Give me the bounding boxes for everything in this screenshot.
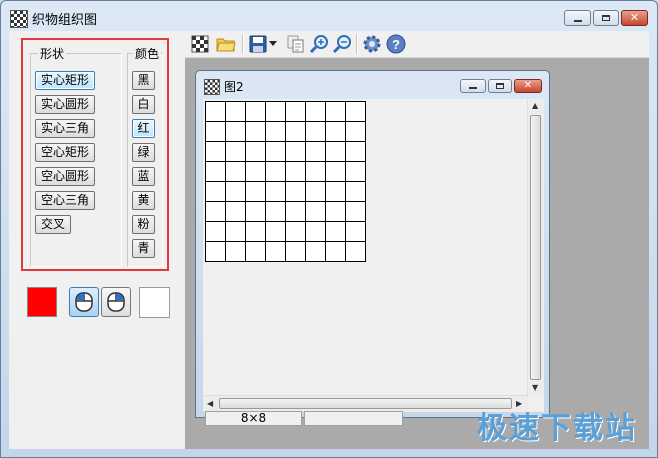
child-window-title: 图2 (224, 80, 244, 94)
color-button[interactable]: 青 (132, 239, 155, 258)
close-button[interactable]: ✕ (621, 10, 648, 26)
dropdown-arrow-icon (269, 41, 277, 46)
child-window[interactable]: 图2 ✕ ▲ ▼ ◀ ▶ 8×8 (195, 70, 550, 426)
weave-grid[interactable] (205, 101, 366, 262)
client-area: 形状 颜色 实心矩形实心圆形实心三角空心矩形空心圆形空心三角交叉 黑白红绿蓝黄粉… (9, 31, 649, 449)
child-minimize-button[interactable] (460, 79, 486, 93)
main-window: 织物组织图 ✕ 形状 颜色 实心矩形实心圆形实心三角空心矩形空心圆形空心三角交叉… (0, 0, 658, 458)
child-close-button[interactable]: ✕ (514, 79, 542, 93)
shape-button[interactable]: 空心矩形 (35, 143, 95, 162)
tool-panel: 形状 颜色 实心矩形实心圆形实心三角空心矩形空心圆形空心三角交叉 黑白红绿蓝黄粉… (21, 38, 169, 271)
shape-button[interactable]: 实心矩形 (35, 71, 95, 90)
toolbar: ? (185, 31, 649, 58)
color-button[interactable]: 蓝 (132, 167, 155, 186)
shape-button[interactable]: 空心三角 (35, 191, 95, 210)
maximize-icon (496, 83, 504, 89)
color-button[interactable]: 黑 (132, 71, 155, 90)
maximize-icon (602, 15, 610, 21)
shape-button[interactable]: 实心圆形 (35, 95, 95, 114)
shape-button[interactable]: 实心三角 (35, 119, 95, 138)
scroll-left-icon[interactable]: ◀ (207, 399, 213, 408)
shape-button[interactable]: 空心圆形 (35, 167, 95, 186)
watermark-text: 极速下载站 (477, 411, 637, 446)
save-dropdown-button[interactable] (268, 33, 278, 55)
save-button[interactable] (247, 33, 269, 55)
fill-mode-button[interactable] (69, 287, 99, 317)
minimize-icon (469, 87, 477, 89)
settings-button[interactable] (361, 33, 383, 55)
save-icon (249, 35, 267, 53)
title-bar[interactable]: 织物组织图 ✕ (1, 1, 657, 31)
horizontal-scroll-thumb[interactable] (219, 398, 512, 409)
child-window-icon (204, 79, 220, 95)
minimize-icon (573, 20, 582, 22)
mouse-left-icon (75, 292, 93, 312)
new-button[interactable] (189, 33, 211, 55)
help-icon: ? (386, 34, 406, 54)
toolbar-separator (242, 34, 244, 54)
close-icon: ✕ (629, 11, 640, 24)
open-button[interactable] (215, 33, 237, 55)
minimize-button[interactable] (564, 10, 591, 26)
window-title: 织物组织图 (32, 13, 98, 28)
grid-size-status: 8×8 (205, 411, 302, 426)
color-button[interactable]: 粉 (132, 215, 155, 234)
scroll-up-icon[interactable]: ▲ (532, 101, 538, 110)
shape-button[interactable]: 交叉 (35, 215, 71, 234)
shape-group-title: 形状 (38, 45, 67, 62)
color-button[interactable]: 黄 (132, 191, 155, 210)
status-cell-empty (304, 411, 403, 426)
mouse-right-icon (107, 292, 125, 312)
app-icon (10, 10, 28, 28)
new-icon (191, 35, 209, 53)
color-button[interactable]: 红 (132, 119, 155, 138)
zoom-in-button[interactable] (308, 33, 330, 55)
toolbar-separator (356, 34, 358, 54)
color-button[interactable]: 绿 (132, 143, 155, 162)
open-folder-icon (216, 38, 236, 52)
vertical-scroll-thumb[interactable] (530, 115, 541, 380)
svg-text:?: ? (392, 37, 400, 52)
help-button[interactable]: ? (385, 33, 407, 55)
copy-icon (287, 35, 304, 53)
zoom-out-button[interactable] (331, 33, 353, 55)
vertical-scrollbar[interactable]: ▲ ▼ (527, 99, 544, 396)
color-button[interactable]: 白 (132, 95, 155, 114)
zoom-out-icon (332, 35, 351, 54)
current-color-swatch[interactable] (27, 287, 57, 317)
settings-gear-icon (363, 35, 381, 53)
clear-mode-button[interactable] (101, 287, 131, 317)
close-icon: ✕ (523, 80, 533, 91)
zoom-in-icon (309, 35, 328, 54)
child-maximize-button[interactable] (488, 79, 512, 93)
color-group-title: 颜色 (133, 45, 162, 62)
scroll-down-icon[interactable]: ▼ (532, 383, 538, 392)
pattern-canvas: ▲ ▼ ◀ ▶ (203, 99, 544, 412)
maximize-button[interactable] (593, 10, 619, 26)
copy-button[interactable] (285, 33, 307, 55)
background-color-swatch[interactable] (139, 287, 170, 318)
mdi-workspace: 图2 ✕ ▲ ▼ ◀ ▶ 8×8 (185, 58, 649, 449)
